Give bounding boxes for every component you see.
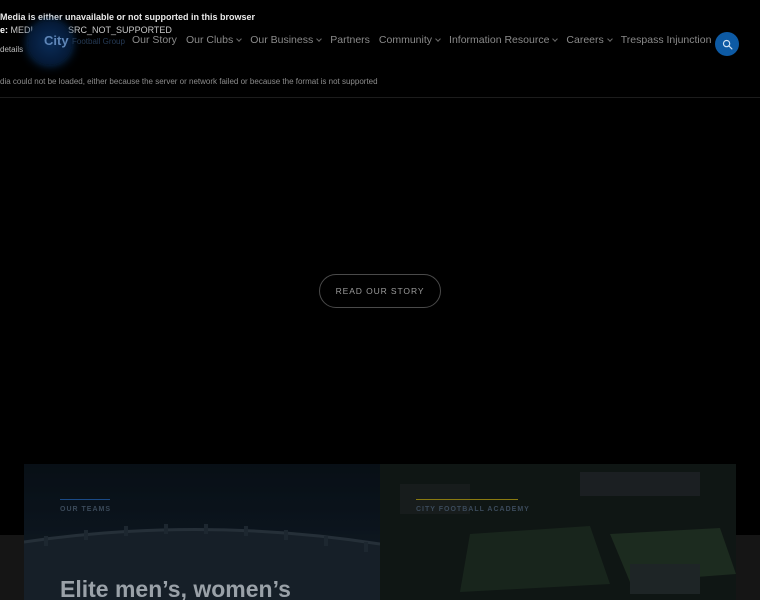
nav-item-label: Our Clubs <box>185 34 234 46</box>
card-label: CITY FOOTBALL ACADEMY <box>416 506 530 513</box>
logo-wordmark[interactable]: City <box>44 33 69 48</box>
main-navigation: Our Story Our Clubs Our Business Partner… <box>132 34 720 46</box>
chevron-down-icon <box>552 35 559 42</box>
nav-item-label: Information Resource <box>449 34 550 46</box>
card-title: Elite men’s, women’s <box>60 576 291 600</box>
video-error-details-toggle[interactable]: details <box>0 45 23 54</box>
nav-item-label: Partners <box>330 34 370 46</box>
nav-item-careers[interactable]: Careers <box>566 34 613 46</box>
chevron-down-icon <box>236 35 243 42</box>
card-accent-line <box>416 499 518 500</box>
nav-item-information-resource[interactable]: Information Resource <box>449 34 559 46</box>
nav-item-label: Our Story <box>132 34 177 46</box>
logo-subtitle: Football Group <box>72 37 125 46</box>
nav-item-label: Trespass Injunction <box>620 34 712 46</box>
card-our-teams[interactable]: OUR TEAMS Elite men’s, women’s <box>24 464 380 600</box>
nav-item-label: Our Business <box>250 34 314 46</box>
nav-item-our-clubs[interactable]: Our Clubs <box>185 34 243 46</box>
read-our-story-button[interactable]: READ OUR STORY <box>319 274 441 308</box>
nav-item-label: Careers <box>566 34 604 46</box>
nav-item-partners[interactable]: Partners <box>330 34 370 46</box>
chevron-down-icon <box>435 35 441 42</box>
card-city-football-academy[interactable]: CITY FOOTBALL ACADEMY <box>380 464 736 600</box>
chevron-down-icon <box>606 35 613 42</box>
video-error-title: Media is either unavailable or not suppo… <box>0 12 256 22</box>
nav-item-community[interactable]: Community <box>378 34 441 46</box>
nav-item-trespass-injunction[interactable]: Trespass Injunction <box>621 34 712 46</box>
chevron-down-icon <box>316 35 323 42</box>
card-shade <box>380 464 736 600</box>
nav-item-our-story[interactable]: Our Story <box>132 34 177 46</box>
search-icon <box>722 39 732 49</box>
card-label: OUR TEAMS <box>60 506 111 513</box>
nav-item-label: Community <box>378 34 433 46</box>
search-button[interactable] <box>715 32 739 56</box>
card-accent-line <box>60 499 110 500</box>
video-error-message: dia could not be loaded, either because … <box>0 77 378 86</box>
nav-item-our-business[interactable]: Our Business <box>250 34 323 46</box>
video-error-code-label: e: <box>0 25 9 35</box>
video-error-divider <box>0 97 760 98</box>
